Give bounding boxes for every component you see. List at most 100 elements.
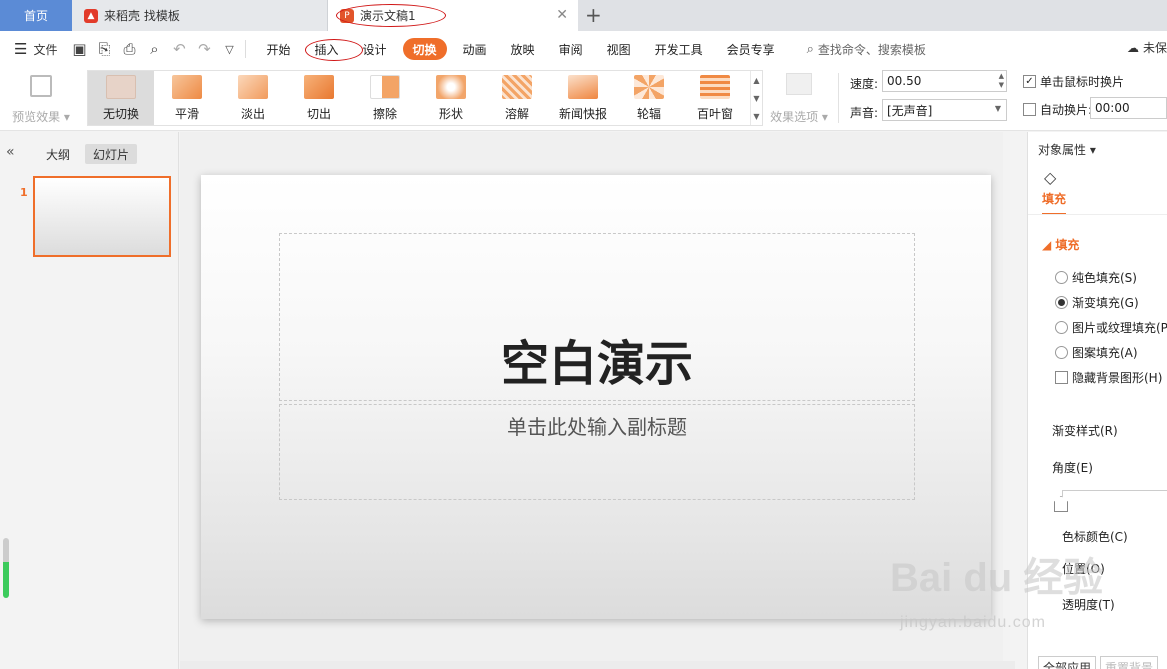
scrollbar[interactable]: [3, 538, 9, 598]
collapse-panel-icon[interactable]: «: [6, 144, 15, 160]
preview-effect-button[interactable]: 预览效果 ▾: [10, 71, 72, 125]
file-menu[interactable]: ☰ 文件: [14, 40, 57, 58]
pattern-fill-radio[interactable]: 图案填充(A): [1055, 344, 1138, 361]
radio-icon: [1055, 271, 1068, 284]
transition-label: 切出: [306, 107, 331, 121]
effect-options-icon: [786, 73, 812, 95]
checkbox-icon: [1023, 103, 1036, 116]
slide-thumbnail[interactable]: [33, 176, 171, 257]
subtitle-placeholder[interactable]: 单击此处输入副标题: [279, 404, 915, 500]
auto-advance-time-input[interactable]: 00:00: [1090, 97, 1167, 119]
cloud-save-label: 未保: [1142, 41, 1167, 55]
tab-home[interactable]: 首页: [0, 0, 72, 31]
transition-shape[interactable]: 形状: [418, 71, 484, 125]
transition-smooth[interactable]: 平滑: [154, 71, 220, 125]
tab-outline[interactable]: 大纲: [38, 144, 78, 164]
menu-item-transition[interactable]: 切换: [402, 38, 447, 60]
paint-bucket-icon[interactable]: ◇: [1044, 168, 1056, 187]
object-properties-header[interactable]: 对象属性 ▾: [1038, 141, 1096, 158]
menu-item-developer[interactable]: 开发工具: [643, 38, 715, 60]
fill-section-header[interactable]: ◢ 填充: [1042, 236, 1079, 253]
solid-fill-label: 纯色填充(S): [1072, 271, 1137, 285]
speed-label: 速度:: [850, 77, 879, 91]
advance-on-click-checkbox[interactable]: ✓ 单击鼠标时换片: [1023, 73, 1124, 90]
transition-thumb: [700, 75, 730, 99]
auto-advance-checkbox[interactable]: 自动换片:: [1023, 101, 1092, 118]
gradient-style-label: 渐变样式(R): [1052, 424, 1118, 438]
redo-icon[interactable]: ↷: [196, 40, 212, 58]
search-icon: ⌕: [806, 41, 814, 57]
transition-wipe[interactable]: 擦除: [352, 71, 418, 125]
preview-icon: [30, 75, 52, 97]
solid-fill-radio[interactable]: 纯色填充(S): [1055, 269, 1137, 286]
transition-fade[interactable]: 淡出: [220, 71, 286, 125]
hide-background-checkbox[interactable]: 隐藏背景图形(H): [1055, 369, 1162, 386]
title-placeholder[interactable]: 空白演示: [279, 233, 915, 401]
menu-item-member[interactable]: 会员专享: [715, 38, 787, 60]
transition-blinds[interactable]: 百叶窗: [682, 71, 748, 125]
sound-label: 声音:: [850, 106, 879, 120]
command-search[interactable]: ⌕ 查找命令、搜索模板: [807, 41, 926, 58]
menu-item-review[interactable]: 审阅: [547, 38, 595, 60]
cloud-icon: ☁: [1126, 40, 1139, 55]
close-icon[interactable]: ✕: [556, 7, 568, 23]
transition-label: 轮辐: [636, 107, 661, 121]
tab-slides[interactable]: 幻灯片: [85, 144, 138, 164]
menu-item-start[interactable]: 开始: [254, 38, 302, 60]
effect-options-button[interactable]: 效果选项 ▾: [768, 71, 830, 125]
transition-none[interactable]: 无切换: [88, 71, 154, 125]
angle-label: 角度(E): [1052, 461, 1093, 475]
transition-thumb: [304, 75, 334, 99]
gradient-fill-radio[interactable]: 渐变填充(G): [1055, 294, 1139, 311]
add-tab-icon[interactable]: +: [585, 3, 602, 27]
gallery-scroll[interactable]: ▲ ▼ ▼: [750, 71, 762, 125]
slide-title: 空白演示: [500, 336, 693, 392]
stepper-icon[interactable]: ▲ ▼: [999, 72, 1004, 90]
chevron-up-icon[interactable]: ▲: [753, 76, 759, 85]
speed-input[interactable]: 00.50 ▲ ▼: [882, 70, 1007, 92]
transition-label: 无切换: [102, 107, 139, 121]
transition-wheel[interactable]: 轮辐: [616, 71, 682, 125]
gradient-slider[interactable]: [1062, 490, 1167, 504]
tab-home-label: 首页: [23, 9, 48, 23]
tab-docer[interactable]: ▲ 来稻壳 找模板: [72, 0, 328, 31]
transition-dissolve[interactable]: 溶解: [484, 71, 550, 125]
transition-label: 百叶窗: [696, 107, 733, 121]
divider: [245, 40, 247, 58]
menu-item-view[interactable]: 视图: [595, 38, 643, 60]
transition-cut[interactable]: 切出: [286, 71, 352, 125]
cloud-save-status[interactable]: ☁ 未保: [1127, 39, 1167, 56]
picture-fill-radio[interactable]: 图片或纹理填充(P: [1055, 319, 1167, 336]
menu-item-slideshow[interactable]: 放映: [499, 38, 547, 60]
tab-bar: 首页 ▲ 来稻壳 找模板 P 演示文稿1 ✕ +: [0, 0, 1167, 31]
chevron-down-icon: ▼: [994, 104, 1001, 113]
slide-panel: « 大纲 幻灯片 1: [0, 132, 179, 669]
print-icon[interactable]: ⎙: [121, 40, 137, 58]
tab-fill[interactable]: 填充: [1042, 190, 1067, 215]
transition-news-flash[interactable]: 新闻快报: [550, 71, 616, 125]
notes-divider: [180, 661, 1015, 669]
print-preview-icon[interactable]: ⌕: [146, 40, 162, 58]
quick-access-toolbar: ▣ ⎘ ⎙ ⌕ ↶ ↷ ▽: [71, 40, 237, 58]
slide-number: 1: [20, 186, 28, 199]
reset-background-button[interactable]: 重置背景: [1100, 656, 1159, 669]
undo-icon[interactable]: ↶: [171, 40, 187, 58]
transition-label: 形状: [438, 107, 463, 121]
command-search-placeholder: 查找命令、搜索模板: [817, 42, 926, 57]
auto-advance-label: 自动换片:: [1040, 103, 1093, 117]
apply-all-button[interactable]: 全部应用: [1038, 656, 1097, 669]
chevron-down-icon[interactable]: ▽: [221, 43, 237, 56]
slide[interactable]: 空白演示 单击此处输入副标题: [201, 175, 991, 619]
expand-icon[interactable]: ▼: [753, 112, 759, 121]
menu-item-animation[interactable]: 动画: [451, 38, 499, 60]
radio-icon: [1055, 321, 1068, 334]
export-icon[interactable]: ⎘: [96, 40, 112, 58]
sound-select[interactable]: [无声音] ▼: [882, 99, 1007, 121]
transition-thumb: [106, 75, 136, 99]
transition-thumb: [436, 75, 466, 99]
radio-selected-icon: [1055, 296, 1068, 309]
save-icon[interactable]: ▣: [71, 40, 87, 58]
watermark-logo: Bai du 经验: [890, 556, 1104, 600]
chevron-down-icon[interactable]: ▼: [753, 94, 759, 103]
speed-value: 00.50: [887, 74, 922, 88]
